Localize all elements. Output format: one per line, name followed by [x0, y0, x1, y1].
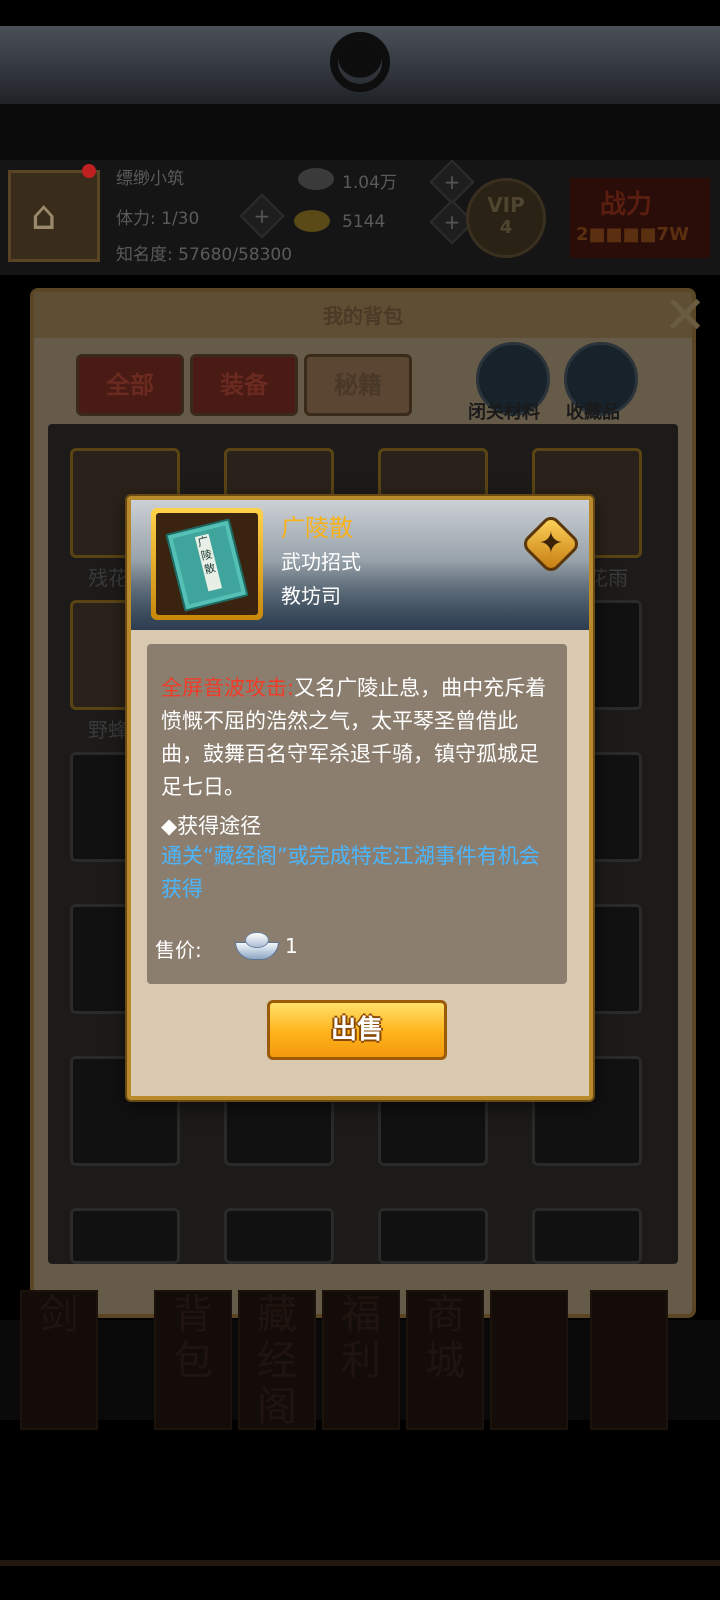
source-title: ◆获得途径 [161, 814, 262, 838]
roof-banner [0, 26, 720, 104]
add-silver-button[interactable]: + [429, 159, 475, 205]
tab-manuals[interactable]: 秘籍 [304, 354, 412, 416]
collectibles-label: 收藏品 [566, 402, 620, 423]
source-text: 通关“藏经阁”或完成特定江湖事件有机会获得 [161, 844, 540, 901]
silver-amount: 1.04万 [342, 173, 397, 193]
bag-slot[interactable] [224, 1208, 334, 1264]
item-icon: 广陵散 [156, 513, 258, 615]
power-value: 2■■■■7W [576, 224, 689, 245]
slot-name: 花雨 [588, 566, 628, 590]
add-stamina-button[interactable]: + [239, 193, 285, 239]
slot-name: 野蜂 [88, 718, 128, 742]
tab-all-label: 全部 [106, 371, 154, 399]
item-type: 武功招式 [281, 550, 361, 574]
bag-header: 我的背包 [34, 292, 692, 338]
sell-button-label: 出售 [330, 1015, 383, 1045]
dialog-header: 广陵散 广陵散 武功招式 教坊司 ✦ [131, 500, 589, 630]
close-icon[interactable]: ✕ [654, 290, 716, 348]
nav-item[interactable]: 剑 [20, 1290, 98, 1430]
vip-label: VIP [487, 193, 525, 217]
nav-item[interactable] [590, 1290, 668, 1430]
sell-button[interactable]: 出售 [267, 1000, 447, 1060]
pavilion-icon: ⌂ [31, 193, 57, 239]
item-description: 全屏音波攻击:又名广陵止息，曲中充斥着愤慨不屈的浩然之气，太平琴圣曾借此曲，鼓舞… [161, 672, 553, 804]
bag-slot[interactable] [378, 1208, 488, 1264]
notification-dot [82, 164, 96, 178]
top-band [0, 104, 720, 160]
locate-button[interactable]: ✦ [519, 512, 583, 576]
item-detail-dialog: 广陵散 广陵散 武功招式 教坊司 ✦ 全屏音波攻击:又名广陵止息，曲中充斥着愤慨… [127, 496, 593, 1100]
roof-ornament-icon [330, 32, 390, 92]
status-bar [0, 0, 720, 26]
book-title-label: 广陵散 [194, 533, 223, 592]
bottom-divider [0, 1560, 720, 1566]
power-panel: 战力 2■■■■7W [570, 178, 710, 258]
item-name: 广陵散 [281, 514, 353, 542]
nav-item-bag[interactable]: 背包 [154, 1290, 232, 1430]
gold-ingot-icon [294, 210, 330, 232]
price-value: 1 [285, 934, 298, 958]
star-icon: ✦ [538, 526, 564, 561]
item-icon-frame: 广陵散 [151, 508, 263, 620]
power-label: 战力 [600, 190, 653, 220]
slot-name: 残花 [88, 566, 128, 590]
vip-level: 4 [499, 217, 513, 238]
silver-ingot-icon [235, 932, 279, 962]
bag-slot[interactable] [70, 1208, 180, 1264]
nav-item-library[interactable]: 藏经阁 [238, 1290, 316, 1430]
cultivation-materials-label: 闭关材料 [468, 402, 540, 423]
gold-amount: 5144 [342, 212, 386, 232]
book-icon: 广陵散 [165, 518, 249, 612]
price-label: 售价: [155, 938, 202, 962]
tab-equipment[interactable]: 装备 [190, 354, 298, 416]
skill-effect-label: 全屏音波攻击: [161, 676, 295, 700]
silver-ingot-icon [298, 168, 334, 190]
tab-manuals-label: 秘籍 [334, 371, 382, 399]
stamina-text: 体力: 1/30 [116, 209, 200, 229]
fame-text: 知名度: 57680/58300 [116, 245, 293, 265]
item-origin: 教坊司 [281, 584, 341, 608]
avatar[interactable]: ⌂ [8, 170, 100, 262]
bag-title: 我的背包 [323, 304, 403, 328]
player-name: 缥缈小筑 [116, 169, 184, 189]
nav-item[interactable] [490, 1290, 568, 1430]
vip-badge[interactable]: VIP 4 [466, 178, 546, 258]
bag-slot[interactable] [532, 1208, 642, 1264]
tab-all[interactable]: 全部 [76, 354, 184, 416]
tab-equipment-label: 装备 [220, 371, 268, 399]
nav-item-welfare[interactable]: 福利 [322, 1290, 400, 1430]
nav-item-shop[interactable]: 商城 [406, 1290, 484, 1430]
description-box: 全屏音波攻击:又名广陵止息，曲中充斥着愤慨不屈的浩然之气，太平琴圣曾借此曲，鼓舞… [147, 644, 567, 984]
